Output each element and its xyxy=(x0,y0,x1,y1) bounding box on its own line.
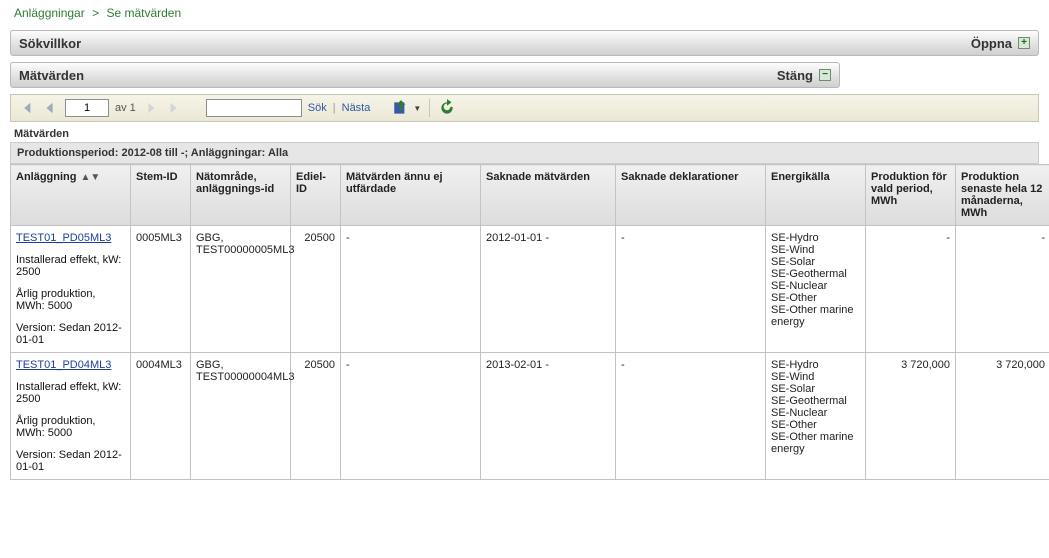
cell-edielid: 20500 xyxy=(291,226,341,353)
export-icon[interactable] xyxy=(392,99,410,117)
first-page-button[interactable] xyxy=(17,99,35,117)
expand-icon[interactable]: + xyxy=(1018,37,1030,49)
panel-title: Mätvärden xyxy=(19,68,84,83)
col-energikalla[interactable]: Energikälla xyxy=(766,165,866,226)
breadcrumb-sep: > xyxy=(92,6,99,20)
cell-natomrade: GBG, TEST00000004ML3 xyxy=(191,353,291,480)
cell-energikalla: SE-Hydro SE-Wind SE-Solar SE-Geothermal … xyxy=(766,226,866,353)
col-saknade-matvarden[interactable]: Saknade mätvärden xyxy=(481,165,616,226)
anlaggning-detail: Årlig produktion, MWh: 5000 xyxy=(16,415,125,439)
collapse-icon[interactable]: − xyxy=(819,69,831,81)
panel-sokvillkor[interactable]: Sökvillkor Öppna + xyxy=(10,30,1039,56)
anlaggning-link[interactable]: TEST01_PD05ML3 xyxy=(16,232,111,244)
refresh-icon[interactable] xyxy=(438,99,456,117)
filter-summary: Produktionsperiod: 2012-08 till -; Anläg… xyxy=(10,142,1039,164)
cell-natomrade: GBG, TEST00000005ML3 xyxy=(191,226,291,353)
panel-title: Sökvillkor xyxy=(19,36,81,51)
next-page-button[interactable] xyxy=(142,99,160,117)
cell-saknade-matvarden: 2013-02-01 - xyxy=(481,353,616,480)
col-matvarden-ej[interactable]: Mätvärden ännu ej utfärdade xyxy=(341,165,481,226)
cell-energikalla: SE-Hydro SE-Wind SE-Solar SE-Geothermal … xyxy=(766,353,866,480)
panel-action-label: Stäng xyxy=(777,68,813,83)
table-row: TEST01_PD05ML3 Installerad effekt, kW: 25… xyxy=(11,226,1049,353)
breadcrumb-root[interactable]: Anläggningar xyxy=(14,6,85,20)
search-input[interactable] xyxy=(206,99,302,117)
col-produktion-period[interactable]: Produktion för vald period, MWh xyxy=(866,165,956,226)
page-of-label: av 1 xyxy=(115,102,136,114)
cell-edielid: 20500 xyxy=(291,353,341,480)
cell-produktion-12m: 3 720,000 xyxy=(956,353,1049,480)
anlaggning-detail: Installerad effekt, kW: 2500 xyxy=(16,381,125,405)
col-edielid[interactable]: Ediel-ID xyxy=(291,165,341,226)
sort-icon: ▲▼ xyxy=(81,172,101,183)
panel-action-label: Öppna xyxy=(971,36,1012,51)
anlaggning-detail: Version: Sedan 2012-01-01 xyxy=(16,322,125,346)
cell-produktion-period: - xyxy=(866,226,956,353)
page-input[interactable] xyxy=(65,99,109,117)
toolbar-divider xyxy=(429,99,430,117)
anlaggning-detail: Version: Sedan 2012-01-01 xyxy=(16,449,125,473)
section-heading: Mätvärden xyxy=(10,122,1039,142)
cell-matvarden-ej: - xyxy=(341,226,481,353)
cell-saknade-deklarationer: - xyxy=(616,226,766,353)
export-dropdown[interactable]: ▼ xyxy=(413,104,421,113)
anlaggning-detail: Årlig produktion, MWh: 5000 xyxy=(16,288,125,312)
panel-matvarden[interactable]: Mätvärden Stäng − xyxy=(10,62,840,88)
anlaggning-detail: Installerad effekt, kW: 2500 xyxy=(16,254,125,278)
cell-stemid: 0005ML3 xyxy=(131,226,191,353)
table-row: TEST01_PD04ML3 Installerad effekt, kW: 25… xyxy=(11,353,1049,480)
anlaggning-link[interactable]: TEST01_PD04ML3 xyxy=(16,359,111,371)
cell-matvarden-ej: - xyxy=(341,353,481,480)
cell-produktion-12m: - xyxy=(956,226,1049,353)
cell-saknade-matvarden: 2012-01-01 - xyxy=(481,226,616,353)
search-button[interactable]: Sök xyxy=(308,102,327,114)
next-result-button[interactable]: Nästa xyxy=(342,102,371,114)
prev-page-button[interactable] xyxy=(41,99,59,117)
col-anlaggning[interactable]: Anläggning▲▼ xyxy=(11,165,131,226)
col-saknade-deklarationer[interactable]: Saknade deklarationer xyxy=(616,165,766,226)
col-natomrade[interactable]: Nätområde, anläggnings-id xyxy=(191,165,291,226)
cell-saknade-deklarationer: - xyxy=(616,353,766,480)
breadcrumb-current: Se mätvärden xyxy=(106,6,181,20)
report-toolbar: av 1 Sök | Nästa ▼ xyxy=(10,94,1039,122)
toolbar-separator: | xyxy=(333,102,336,114)
last-page-button[interactable] xyxy=(166,99,184,117)
col-produktion-12m[interactable]: Produktion senaste hela 12 månaderna, MW… xyxy=(956,165,1049,226)
cell-stemid: 0004ML3 xyxy=(131,353,191,480)
breadcrumb: Anläggningar > Se mätvärden xyxy=(10,6,1039,20)
cell-produktion-period: 3 720,000 xyxy=(866,353,956,480)
matvarden-table: Anläggning▲▼ Stem-ID Nätområde, anläggni… xyxy=(10,164,1049,480)
col-stemid[interactable]: Stem-ID xyxy=(131,165,191,226)
